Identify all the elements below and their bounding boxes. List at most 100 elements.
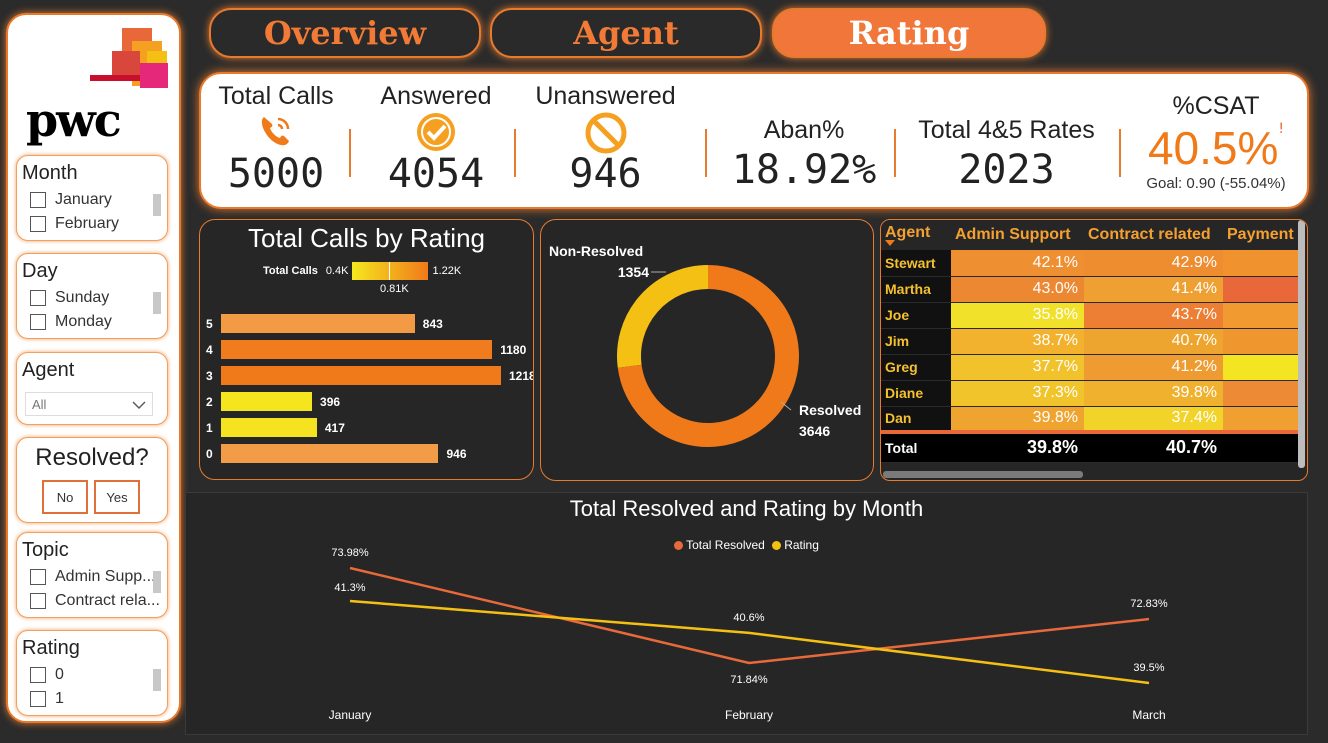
payment-cell (1223, 276, 1299, 303)
day-slicer: Day Sunday Monday (16, 253, 168, 339)
header-admin-support[interactable]: Admin Support (951, 220, 1084, 250)
bar-row-rating-3[interactable]: 3 1218 (206, 366, 534, 385)
topic-option[interactable]: Admin Supp... (30, 568, 167, 586)
header-payment[interactable]: Payment (1223, 220, 1299, 250)
matrix-row[interactable]: Dan 39.8% 37.4% (881, 406, 1299, 433)
tab-rating[interactable]: Rating (772, 8, 1046, 58)
payment-cell (1223, 302, 1299, 329)
kpi-label: %CSAT (1172, 92, 1260, 120)
total-label: Total (881, 430, 951, 463)
bar-category-label: 4 (206, 342, 213, 357)
month-slicer: Month January February (16, 155, 168, 241)
scrollbar[interactable] (153, 571, 161, 593)
admin-support-cell: 35.8% (951, 302, 1084, 329)
agent-name[interactable]: Dan (881, 406, 951, 433)
kpi-total-calls: Total Calls 5000 (206, 82, 346, 197)
pwc-wordmark: pwc (26, 93, 122, 147)
admin-support-cell: 38.7% (951, 328, 1084, 355)
topic-option[interactable]: Contract rela... (30, 592, 167, 610)
admin-support-total: 39.8% (951, 430, 1084, 463)
bar-rating-1[interactable] (221, 418, 317, 437)
horizontal-scrollbar[interactable] (883, 471, 1083, 478)
day-option[interactable]: Monday (30, 313, 167, 331)
scrollbar[interactable] (153, 194, 161, 216)
checkbox[interactable] (30, 569, 46, 585)
scrollbar[interactable] (153, 669, 161, 691)
kpi-value: 40.5% (1147, 122, 1279, 174)
agent-name[interactable]: Martha (881, 276, 951, 303)
x-axis-tick-label: March (1132, 708, 1165, 722)
resolved-no-button[interactable]: No (42, 480, 88, 514)
donut-slice-non-resolved[interactable] (617, 265, 709, 368)
tab-agent[interactable]: Agent (490, 8, 762, 58)
pwc-logo-blocks (90, 28, 168, 88)
bar-value-label: 946 (446, 446, 467, 461)
bar-rating-3[interactable] (221, 366, 501, 385)
matrix-row[interactable]: Martha 43.0% 41.4% (881, 276, 1299, 303)
bar-row-rating-0[interactable]: 0 946 (206, 444, 467, 463)
x-axis-tick-label: February (725, 708, 773, 722)
agent-name[interactable]: Joe (881, 302, 951, 329)
legend-mid-label: 0.81K (380, 283, 409, 295)
bar-row-rating-2[interactable]: 2 396 (206, 392, 340, 411)
bar-rating-2[interactable] (221, 392, 313, 411)
agent-name[interactable]: Diane (881, 380, 951, 407)
agent-topic-matrix: Agent Admin Support Contract related Pay… (881, 220, 1299, 463)
agent-name[interactable]: Greg (881, 354, 951, 381)
bar-rating-4[interactable] (221, 340, 493, 359)
phone-icon (206, 111, 346, 151)
bar-row-rating-1[interactable]: 1 417 (206, 418, 345, 437)
vertical-scrollbar[interactable] (1298, 220, 1305, 468)
kpi-divider (349, 129, 351, 177)
agent-name[interactable]: Stewart (881, 250, 951, 277)
contract-related-cell: 40.7% (1084, 328, 1223, 355)
bar-row-rating-5[interactable]: 5 843 (206, 314, 443, 333)
header-agent[interactable]: Agent (881, 220, 951, 250)
checkbox[interactable] (30, 290, 46, 306)
checkbox[interactable] (30, 667, 46, 683)
matrix-row[interactable]: Greg 37.7% 41.2% (881, 354, 1299, 381)
agent-dropdown[interactable]: All (25, 392, 153, 416)
resolved-yes-button[interactable]: Yes (94, 480, 140, 514)
kpi-label: Answered (380, 82, 492, 110)
agent-name[interactable]: Jim (881, 328, 951, 355)
contract-related-cell: 37.4% (1084, 406, 1223, 433)
checkbox[interactable] (30, 192, 46, 208)
matrix-row[interactable]: Diane 37.3% 39.8% (881, 380, 1299, 407)
bar-row-rating-4[interactable]: 4 1180 (206, 340, 526, 359)
rating-option[interactable]: 1 (30, 690, 167, 708)
data-label: 39.5% (1133, 662, 1164, 674)
checkbox[interactable] (30, 691, 46, 707)
payment-cell (1223, 328, 1299, 355)
rating-option[interactable]: 0 (30, 666, 167, 684)
x-axis-tick-label: January (329, 708, 372, 722)
checkbox[interactable] (30, 216, 46, 232)
donut-category-label: Resolved (799, 402, 861, 418)
bar-category-label: 2 (206, 394, 213, 409)
matrix-row[interactable]: Joe 35.8% 43.7% (881, 302, 1299, 329)
prohibited-icon (523, 111, 688, 154)
matrix-row[interactable]: Jim 38.7% 40.7% (881, 328, 1299, 355)
matrix-row[interactable]: Stewart 42.1% 42.9% (881, 250, 1299, 277)
kpi-band: Total Calls 5000 Answered 4054 Unanswere… (199, 72, 1309, 209)
resolved-slicer: Resolved? No Yes (16, 437, 168, 523)
tab-overview[interactable]: Overview (209, 8, 481, 58)
scrollbar[interactable] (153, 292, 161, 314)
bar-value-label: 1218 (509, 368, 534, 383)
payment-cell (1223, 250, 1299, 277)
month-option[interactable]: January (30, 191, 167, 209)
payment-total (1223, 430, 1299, 463)
bar-rating-5[interactable] (221, 314, 415, 333)
checkbox[interactable] (30, 593, 46, 609)
checkbox[interactable] (30, 314, 46, 330)
bar-rating-0[interactable] (221, 444, 439, 463)
data-label: 73.98% (331, 547, 369, 559)
agent-slicer-title: Agent (22, 359, 75, 381)
month-option[interactable]: February (30, 215, 167, 233)
bar-category-label: 0 (206, 446, 213, 461)
header-contract-related[interactable]: Contract related (1084, 220, 1223, 250)
chevron-down-icon (132, 397, 146, 412)
contract-related-cell: 42.9% (1084, 250, 1223, 277)
day-option[interactable]: Sunday (30, 289, 167, 307)
bar-value-label: 396 (320, 394, 341, 409)
